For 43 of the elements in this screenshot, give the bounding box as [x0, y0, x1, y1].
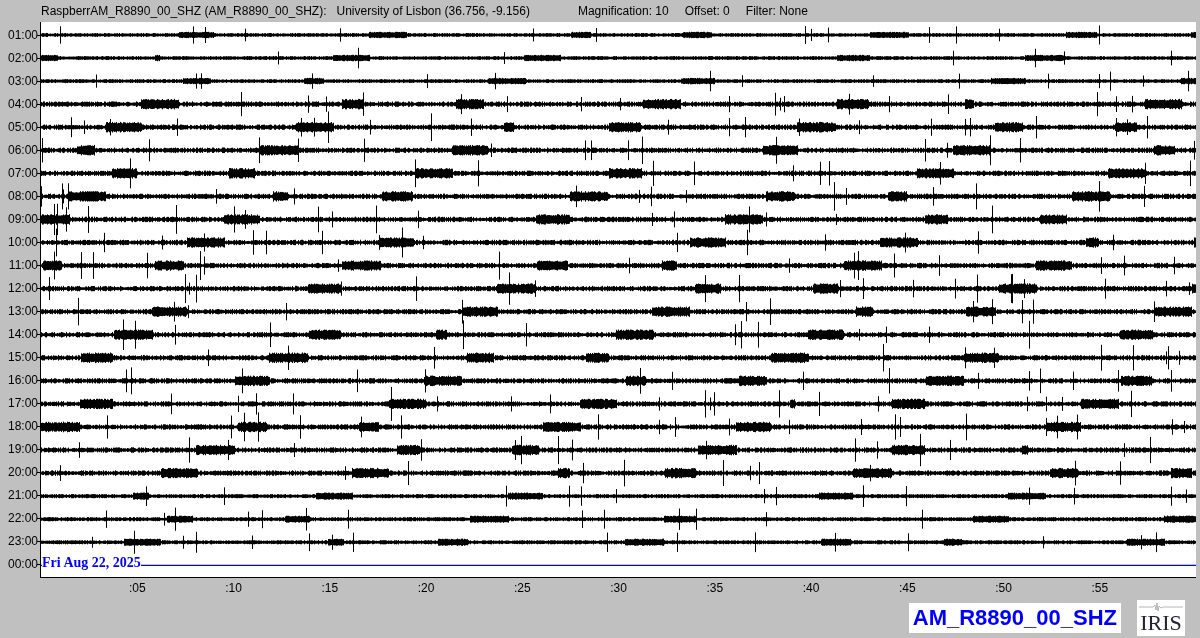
hour-label: 19:00: [0, 440, 40, 463]
hour-label: 16:00: [0, 371, 40, 394]
magnification-text: Magnification: 10: [577, 4, 669, 18]
filter-text: Filter: None: [745, 4, 808, 18]
iris-logo: IRIS: [1137, 600, 1185, 636]
hour-label: 10:00: [0, 233, 40, 256]
minute-tick-label: :55: [1091, 581, 1109, 595]
hour-label: 12:00: [0, 279, 40, 302]
hour-label: 20:00: [0, 463, 40, 486]
hour-label: 00:00: [0, 555, 40, 578]
minute-tick-label: :10: [225, 581, 242, 595]
hour-label: 06:00: [0, 141, 40, 164]
hour-label: 09:00: [0, 210, 40, 233]
minute-tick-label: :15: [321, 581, 339, 595]
minute-tick-label: :05: [128, 581, 146, 595]
hour-label: 22:00: [0, 509, 40, 532]
hour-label: 15:00: [0, 348, 40, 371]
hour-label: 03:00: [0, 72, 40, 95]
location-text: University of Lisbon (36.756, -9.156): [336, 4, 530, 18]
date-text: Fri Aug 22, 2025: [42, 556, 141, 570]
hour-label: 08:00: [0, 187, 40, 210]
hour-label: 13:00: [0, 302, 40, 325]
minute-tick-label: :50: [995, 581, 1012, 595]
minute-tick-label: :35: [706, 581, 724, 595]
hour-label: 17:00: [0, 394, 40, 417]
channel-label: AM_R8890_00_SHZ: [908, 603, 1121, 633]
station-title: RaspberrAM_R8890_00_SHZ (AM_R8890_00_SHZ):: [41, 4, 327, 18]
hour-label: 21:00: [0, 486, 40, 509]
hour-label: 23:00: [0, 532, 40, 555]
hour-label: 05:00: [0, 118, 40, 141]
hour-label: 07:00: [0, 164, 40, 187]
minute-tick-label: :20: [417, 581, 435, 595]
hour-label: 14:00: [0, 325, 40, 348]
minute-tick-label: :45: [898, 581, 916, 595]
hour-label: 01:00: [0, 26, 40, 49]
hour-label: 04:00: [0, 95, 40, 118]
hour-label: 11:00: [0, 256, 40, 279]
hour-label: 02:00: [0, 49, 40, 72]
minute-tick-label: :30: [610, 581, 627, 595]
minute-tick-label: :25: [513, 581, 531, 595]
minute-tick-label: :40: [802, 581, 820, 595]
hour-label: 18:00: [0, 417, 40, 440]
offset-text: Offset: 0: [684, 4, 730, 18]
